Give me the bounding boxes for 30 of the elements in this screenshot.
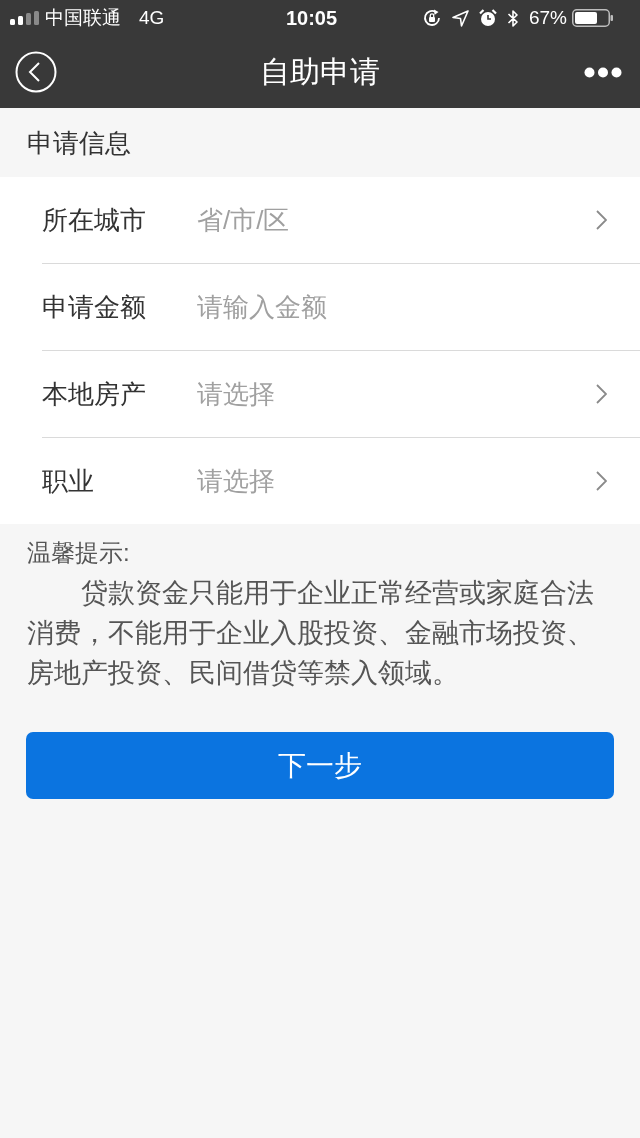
section-title: 申请信息 bbox=[27, 126, 131, 160]
more-icon bbox=[584, 66, 622, 78]
tip-title: 温馨提示: bbox=[27, 538, 131, 568]
next-button[interactable]: 下一步 bbox=[26, 732, 614, 799]
rotation-lock-icon bbox=[421, 8, 442, 28]
chevron-right-icon bbox=[596, 384, 607, 404]
select-field[interactable]: 省/市/区 bbox=[197, 198, 596, 242]
back-button[interactable] bbox=[15, 51, 57, 93]
chevron-right-icon bbox=[596, 210, 607, 230]
select-field[interactable]: 请选择 bbox=[197, 372, 596, 416]
field-label: 所在城市 bbox=[42, 204, 147, 237]
signal-icon bbox=[10, 11, 39, 25]
location-arrow-icon bbox=[451, 9, 469, 27]
battery-percent: 67% bbox=[528, 6, 567, 30]
network-type: 4G bbox=[139, 6, 165, 30]
input-field[interactable]: 请输入金额 bbox=[197, 285, 607, 329]
alarm-clock-icon bbox=[478, 9, 497, 27]
more-button[interactable] bbox=[584, 66, 622, 78]
select-field[interactable]: 请选择 bbox=[197, 459, 596, 503]
field-label: 申请金额 bbox=[42, 291, 147, 324]
field-label: 本地房产 bbox=[42, 378, 147, 411]
battery-icon bbox=[572, 9, 613, 27]
page-title: 自助申请 bbox=[260, 54, 380, 90]
field-label: 职业 bbox=[42, 465, 95, 498]
tip-text: 贷款资金只能用于企业正常经营或家庭合法消费，不能用于企业入股投资、金融市场投资、房地产投资、民间借贷等禁入领域。 bbox=[27, 577, 595, 690]
chevron-right-icon bbox=[596, 471, 607, 491]
carrier-name: 中国联通 bbox=[45, 6, 121, 30]
back-icon bbox=[15, 51, 57, 93]
bluetooth-icon bbox=[506, 8, 519, 28]
status-time: 10:05 bbox=[285, 6, 338, 30]
